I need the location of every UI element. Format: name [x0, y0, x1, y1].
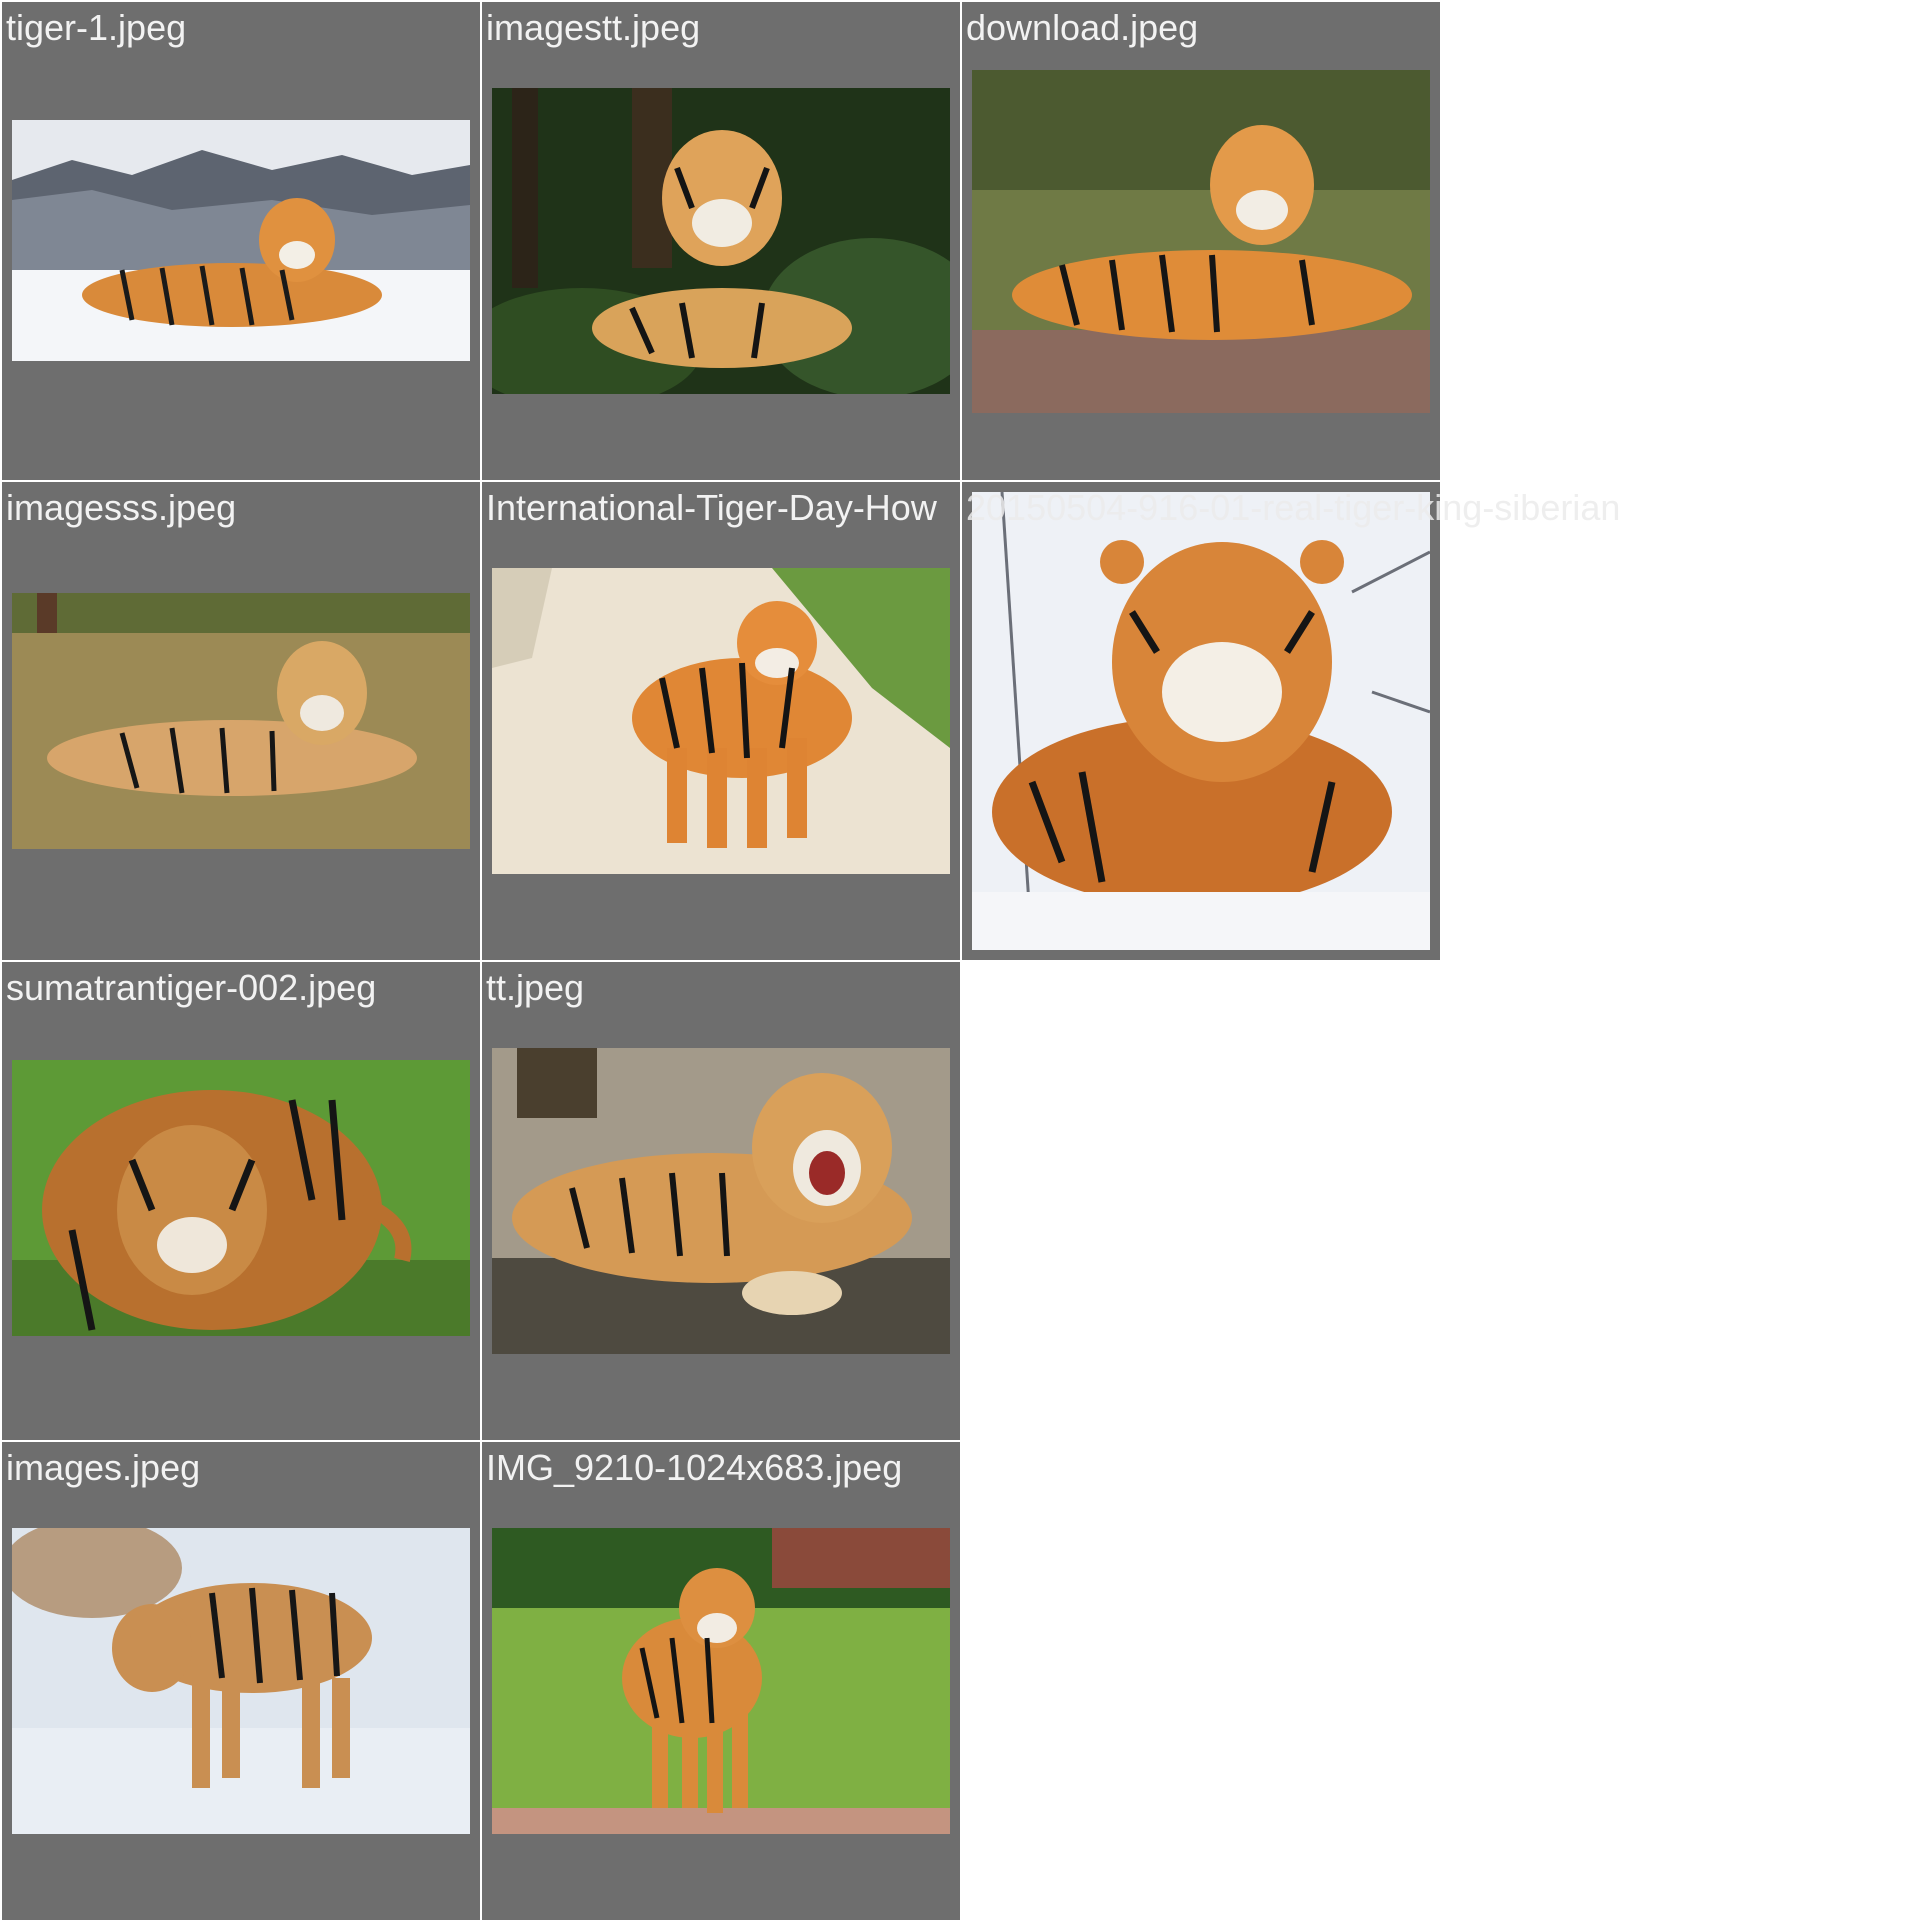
tile-filename: images.jpeg — [6, 1447, 201, 1488]
siberian-tiger-snow-thumbnail[interactable] — [972, 492, 1430, 950]
tiger-snow-thumbnail[interactable] — [12, 120, 470, 361]
tile-filename: IMG_9210-1024x683.jpeg — [486, 1447, 903, 1488]
tiger-forest-thumbnail[interactable] — [492, 88, 950, 394]
gallery-tile[interactable]: download.jpeg — [962, 2, 1440, 480]
tile-filename: International-Tiger-Day-How — [486, 487, 937, 528]
gallery-tile[interactable]: tt.jpeg — [482, 962, 960, 1440]
gallery-tile[interactable]: 20150504-916-01-real-tiger-king-siberian — [962, 482, 1620, 960]
tile-filename: download.jpeg — [966, 7, 1199, 48]
gallery-tile[interactable]: sumatrantiger-002.jpeg — [2, 962, 480, 1440]
gallery-tile[interactable]: IMG_9210-1024x683.jpeg — [482, 1442, 960, 1920]
tile-filename: imagestt.jpeg — [486, 7, 701, 48]
tiger-walking-snow-thumbnail[interactable] — [12, 1528, 470, 1834]
gallery-tile[interactable]: imagesss.jpeg — [2, 482, 480, 960]
roaring-tiger-thumbnail[interactable] — [492, 1048, 950, 1354]
tiger-lawn-thumbnail[interactable] — [492, 1528, 950, 1834]
tile-filename: imagesss.jpeg — [6, 487, 237, 528]
gallery-tile[interactable]: imagestt.jpeg — [482, 2, 960, 480]
tiger-dry-grass-thumbnail[interactable] — [972, 70, 1430, 413]
tile-filename: sumatrantiger-002.jpeg — [6, 967, 377, 1008]
gallery-tile[interactable]: tiger-1.jpeg — [2, 2, 480, 480]
image-gallery-grid: tiger-1.jpeg imagestt.jpeg download.jpeg… — [0, 0, 1920, 1920]
tile-filename: 20150504-916-01-real-tiger-king-siberian — [966, 487, 1621, 528]
sumatran-tiger-thumbnail[interactable] — [12, 1060, 470, 1336]
tiger-grassland-thumbnail[interactable] — [12, 593, 470, 849]
gallery-tile[interactable]: images.jpeg — [2, 1442, 480, 1920]
tile-filename: tt.jpeg — [486, 967, 585, 1008]
tile-filename: tiger-1.jpeg — [6, 7, 187, 48]
gallery-tile[interactable]: International-Tiger-Day-How — [482, 482, 960, 960]
tiger-path-thumbnail[interactable] — [492, 568, 950, 874]
